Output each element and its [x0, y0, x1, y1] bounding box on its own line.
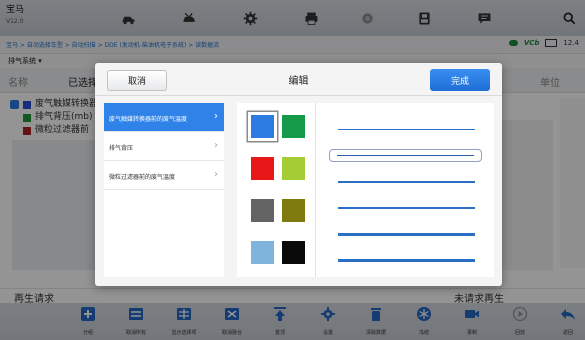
color-swatch[interactable]: [282, 115, 305, 138]
line-style-option[interactable]: [338, 129, 475, 130]
color-swatch[interactable]: [251, 199, 274, 222]
line-style-option[interactable]: [329, 149, 482, 162]
color-swatch[interactable]: [282, 157, 305, 180]
parameter-item[interactable]: 微粒过滤器前的废气温度 ›: [104, 161, 224, 190]
color-swatch[interactable]: [282, 199, 305, 222]
line-style-option[interactable]: [338, 207, 475, 209]
panel-divider: [315, 103, 316, 277]
line-style-option[interactable]: [338, 233, 475, 236]
chevron-right-icon: ›: [214, 169, 218, 180]
line-style-option[interactable]: [338, 181, 475, 183]
chevron-right-icon: ›: [214, 111, 218, 122]
color-swatch[interactable]: [251, 157, 274, 180]
color-swatch[interactable]: [251, 241, 274, 264]
parameter-item[interactable]: 排气背压 ›: [104, 132, 224, 161]
style-panel: [237, 103, 494, 277]
chevron-right-icon: ›: [214, 140, 218, 151]
parameter-item-label: 废气触媒转换器前的废气温度: [109, 116, 188, 123]
parameter-item-label: 微粒过滤器前的废气温度: [109, 174, 176, 181]
color-swatch[interactable]: [251, 115, 274, 138]
parameter-item-label: 排气背压: [109, 145, 134, 152]
parameter-list: 废气触媒转换器前的废气温度 › 排气背压 › 微粒过滤器前的废气温度 ›: [104, 103, 224, 277]
line-sample: [337, 155, 474, 156]
color-swatch[interactable]: [282, 241, 305, 264]
dialog-header: 取消 编辑 完成: [95, 63, 502, 96]
parameter-item[interactable]: 废气触媒转换器前的废气温度 ›: [104, 103, 224, 132]
line-style-option[interactable]: [338, 259, 475, 262]
done-button[interactable]: 完成: [430, 69, 490, 91]
edit-dialog: 取消 编辑 完成 废气触媒转换器前的废气温度 › 排气背压 › 微粒过滤器前的废…: [95, 63, 502, 286]
